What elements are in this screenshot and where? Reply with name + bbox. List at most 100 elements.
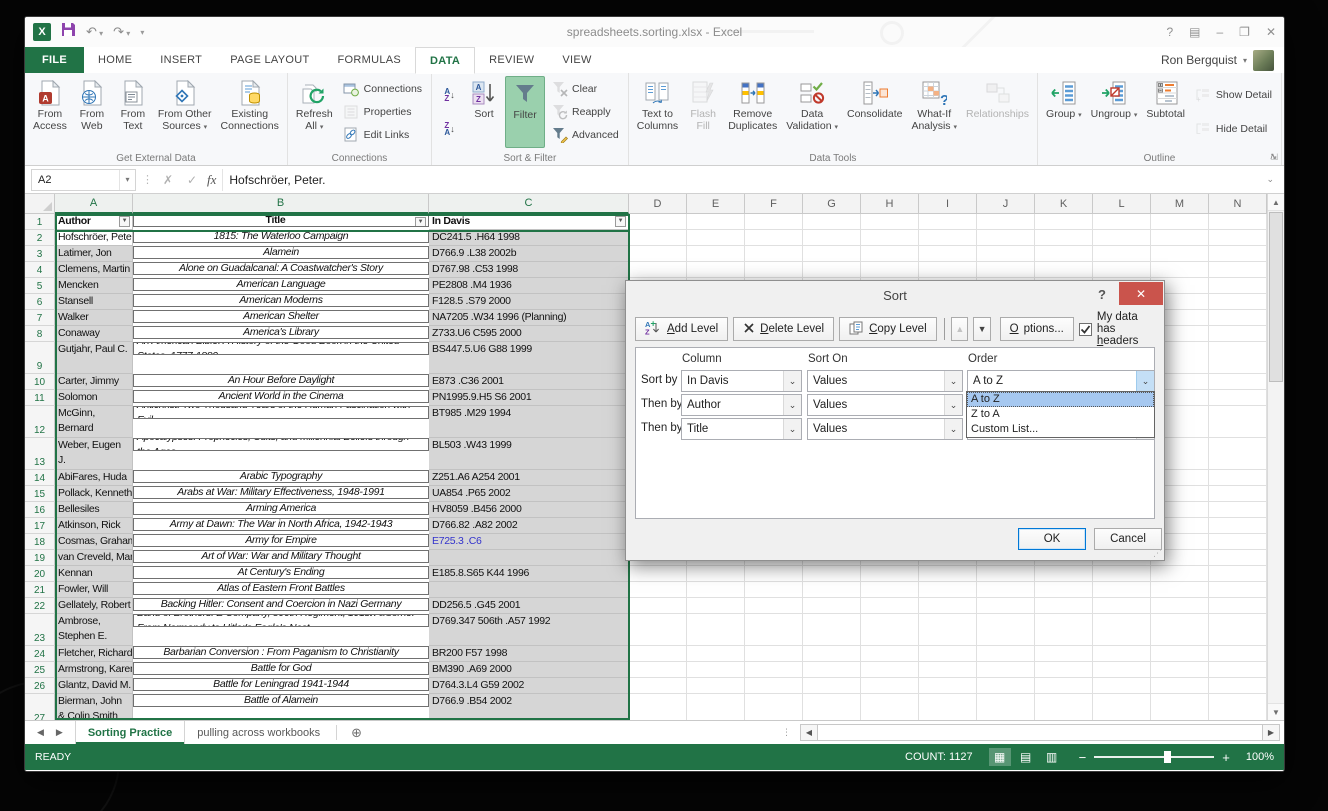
restore-icon[interactable]: ❐ — [1239, 25, 1250, 39]
zoom-slider-thumb[interactable] — [1164, 751, 1171, 763]
name-box[interactable]: A2 ▾ — [31, 169, 136, 191]
column-combo[interactable]: Author⌄ — [681, 394, 802, 416]
cell-author[interactable]: Cosmas, Graham — [55, 534, 133, 550]
column-header-d[interactable]: D — [629, 194, 687, 214]
row-header-19[interactable]: 19 — [25, 550, 55, 566]
cancel-button[interactable]: Cancel — [1094, 528, 1162, 550]
sort-button[interactable]: AZSort — [464, 76, 504, 148]
cell-call-number[interactable]: NA7205 .W34 1996 (Planning) — [429, 310, 629, 326]
row-header-7[interactable]: 7 — [25, 310, 55, 326]
cell-call-number[interactable]: D766.9 .B54 2002 — [429, 694, 629, 720]
refresh-all-button[interactable]: RefreshAll ▾ — [292, 76, 337, 148]
cell-call-number[interactable]: E725.3 .C6 — [429, 534, 629, 550]
tab-scroll-splitter[interactable]: ⋮ — [782, 727, 792, 738]
text-to-columns-button[interactable]: Text toColumns — [633, 76, 682, 148]
row-header-2[interactable]: 2 — [25, 230, 55, 246]
cell-author[interactable]: Atkinson, Rick — [55, 518, 133, 534]
from-text-button[interactable]: FromText — [113, 76, 153, 148]
horizontal-scroll-thumb[interactable] — [817, 725, 1263, 740]
advanced-button[interactable]: Advanced — [548, 126, 622, 144]
redo-icon[interactable]: ↷ ▾ — [113, 25, 130, 40]
row-header-18[interactable]: 18 — [25, 534, 55, 550]
cell-author[interactable]: Clemens, Martin — [55, 262, 133, 278]
row-header-26[interactable]: 26 — [25, 678, 55, 694]
insert-function-icon[interactable]: fx — [207, 172, 216, 188]
cell-call-number[interactable]: F128.5 .S79 2000 — [429, 294, 629, 310]
consolidate-button[interactable]: Consolidate — [843, 76, 906, 148]
zoom-out-icon[interactable]: − — [1079, 751, 1087, 764]
cell-call-number[interactable]: BS447.5.U6 G88 1999 — [429, 342, 629, 374]
column-header-c[interactable]: C — [429, 194, 629, 214]
column-combo[interactable]: In Davis⌄ — [681, 370, 802, 392]
row-header-3[interactable]: 3 — [25, 246, 55, 262]
move-level-up-button[interactable]: ▲ — [951, 317, 968, 341]
cell-call-number[interactable]: UA854 .P65 2002 — [429, 486, 629, 502]
cell-title[interactable]: Atlas of Eastern Front Battles — [133, 582, 429, 595]
vertical-scrollbar[interactable]: ▲ ▼ — [1267, 194, 1284, 720]
normal-view-icon[interactable]: ▦ — [989, 748, 1011, 766]
connections-button[interactable]: Connections — [340, 80, 425, 98]
confirm-entry-icon[interactable]: ✓ — [183, 173, 201, 187]
row-header-22[interactable]: 22 — [25, 598, 55, 614]
cell-title[interactable]: America's Library — [133, 326, 429, 339]
expand-formula-bar-icon[interactable]: ⌄ — [1266, 174, 1278, 185]
cell-author[interactable]: Author▼ — [55, 214, 133, 230]
cell-call-number[interactable]: D764.3.L4 G59 2002 — [429, 678, 629, 694]
cell-title[interactable]: American Moderns — [133, 294, 429, 307]
cell-author[interactable]: Bierman, John & Colin Smith — [55, 694, 133, 720]
empty-cells[interactable] — [629, 614, 1284, 646]
empty-cells[interactable] — [629, 678, 1284, 694]
sort-on-combo[interactable]: Values⌄ — [807, 394, 963, 416]
cell-call-number[interactable]: D766.9 .L38 2002b — [429, 246, 629, 262]
empty-cells[interactable] — [629, 214, 1284, 230]
cell-title[interactable]: Title▼ — [133, 214, 429, 227]
minimize-icon[interactable]: – — [1216, 25, 1223, 39]
row-header-13[interactable]: 13 — [25, 438, 55, 470]
column-header-e[interactable]: E — [687, 194, 745, 214]
add-level-button[interactable]: AZ+Add Level — [635, 317, 728, 341]
cell-call-number[interactable]: BT985 .M29 1994 — [429, 406, 629, 438]
order-option[interactable]: Custom List... — [967, 422, 1154, 437]
row-header-14[interactable]: 14 — [25, 470, 55, 486]
empty-cells[interactable] — [629, 230, 1284, 246]
combo-dropdown-icon[interactable]: ⌄ — [783, 371, 801, 391]
cell-call-number[interactable]: BR200 F57 1998 — [429, 646, 629, 662]
column-header-g[interactable]: G — [803, 194, 861, 214]
cell-call-number[interactable]: E873 .C36 2001 — [429, 374, 629, 390]
move-level-down-button[interactable]: ▼ — [973, 317, 990, 341]
cell-title[interactable]: Battle for God — [133, 662, 429, 675]
combo-dropdown-icon[interactable]: ⌄ — [944, 371, 962, 391]
remove-duplicates-button[interactable]: RemoveDuplicates — [724, 76, 781, 148]
cell-title[interactable]: Backing Hitler: Consent and Coercion in … — [133, 598, 429, 611]
cell-author[interactable]: Gutjahr, Paul C. — [55, 342, 133, 374]
cell-title[interactable]: Arming America — [133, 502, 429, 515]
cell-title[interactable]: 1815: The Waterloo Campaign — [133, 230, 429, 243]
empty-cells[interactable] — [629, 598, 1284, 614]
empty-cells[interactable] — [629, 566, 1284, 582]
filter-dropdown-icon[interactable]: ▼ — [615, 216, 626, 227]
cell-author[interactable]: Latimer, Jon — [55, 246, 133, 262]
filter-dropdown-icon[interactable]: ▼ — [119, 216, 130, 227]
order-combo[interactable]: A to Z⌄ — [967, 370, 1155, 392]
collapse-ribbon-icon[interactable]: ∧ — [1269, 151, 1276, 162]
cell-author[interactable]: Weber, Eugen J. — [55, 438, 133, 470]
cell-title[interactable]: American Shelter — [133, 310, 429, 323]
sort-descending-button[interactable]: ZA↓ — [438, 120, 461, 138]
data-validation-button[interactable]: DataValidation ▾ — [782, 76, 842, 148]
cell-author[interactable]: AbiFares, Huda — [55, 470, 133, 486]
column-header-a[interactable]: A — [55, 194, 133, 214]
row-header-17[interactable]: 17 — [25, 518, 55, 534]
copy-level-button[interactable]: Copy Level — [839, 317, 937, 341]
column-header-k[interactable]: K — [1035, 194, 1093, 214]
help-icon[interactable]: ? — [1166, 25, 1173, 39]
cell-title[interactable]: Arabs at War: Military Effectiveness, 19… — [133, 486, 429, 499]
order-option[interactable]: Z to A — [967, 407, 1154, 422]
combo-dropdown-icon[interactable]: ⌄ — [944, 395, 962, 415]
show-detail-button[interactable]: +Show Detail — [1192, 86, 1275, 104]
column-header-j[interactable]: J — [977, 194, 1035, 214]
name-box-dropdown-icon[interactable]: ▾ — [119, 170, 135, 190]
headers-checkbox[interactable]: My data has headers — [1079, 311, 1155, 347]
cell-call-number[interactable]: Z733.U6 C595 2000 — [429, 326, 629, 342]
cell-call-number[interactable]: D766.82 .A82 2002 — [429, 518, 629, 534]
page-layout-view-icon[interactable]: ▤ — [1015, 748, 1037, 766]
